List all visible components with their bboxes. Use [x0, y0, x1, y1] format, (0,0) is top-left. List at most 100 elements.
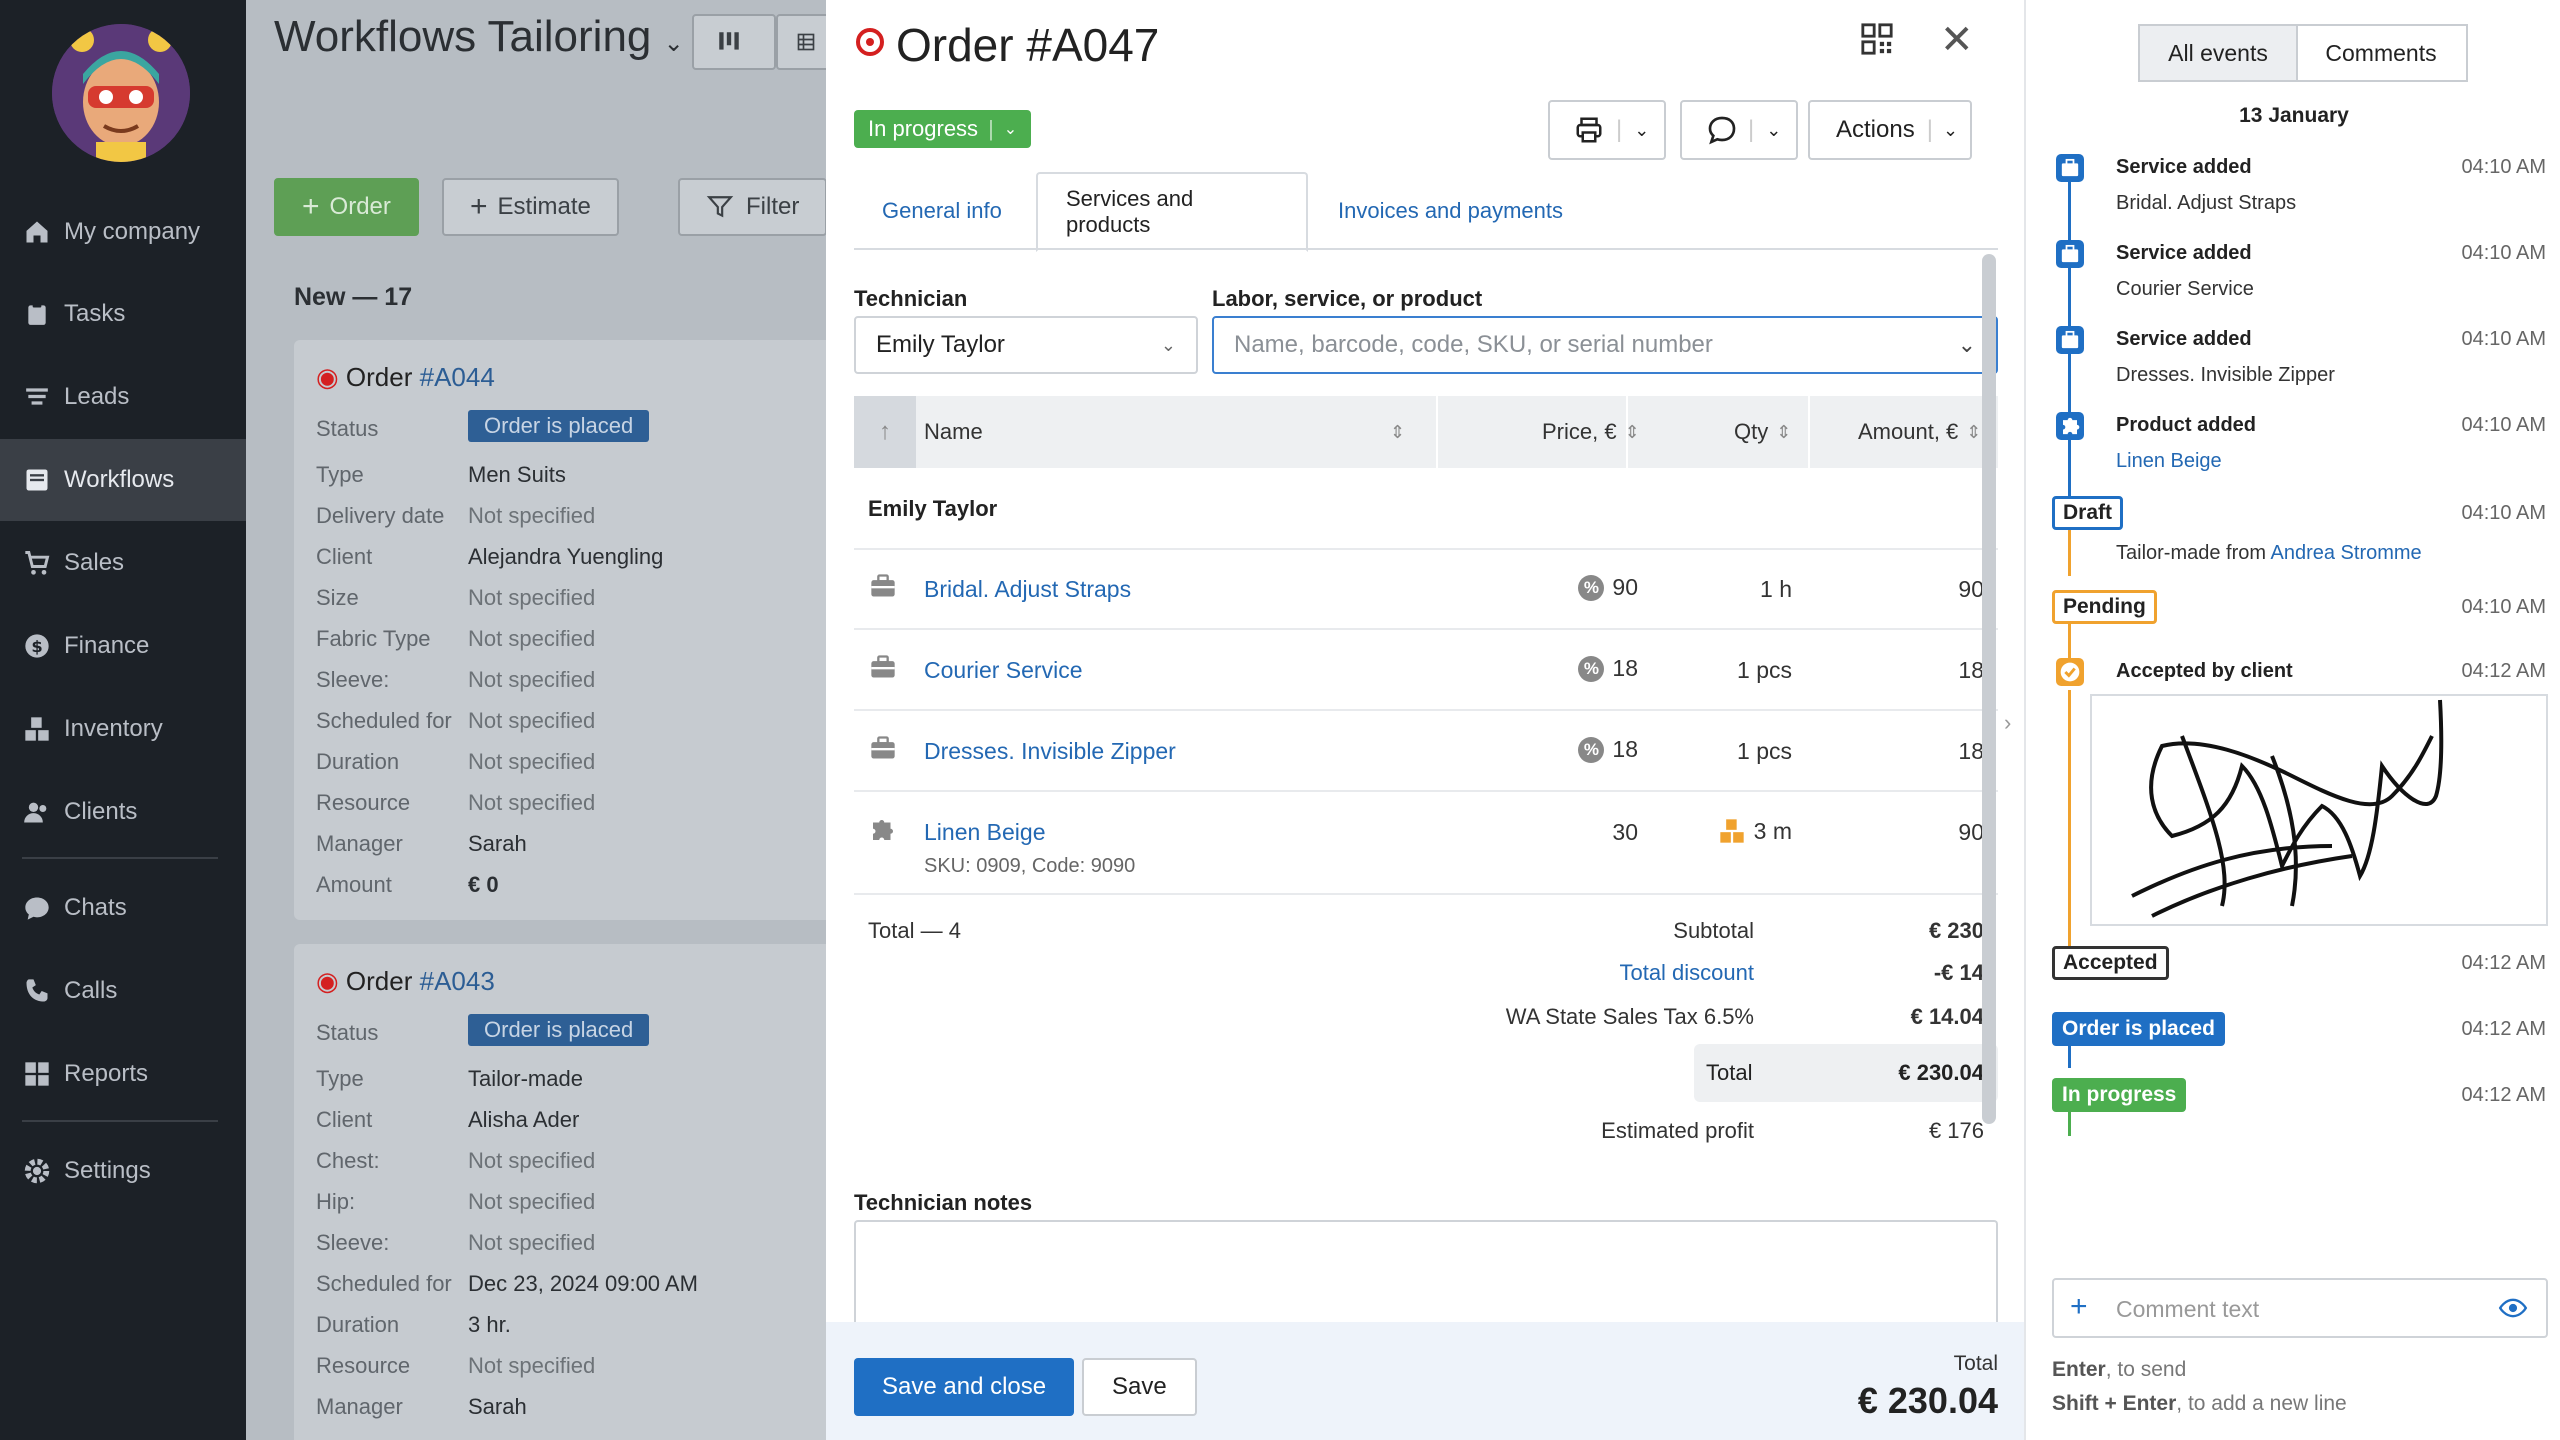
qty-value[interactable]: 1 h [1760, 576, 1792, 603]
column-header-qty[interactable]: Qty ⇕ [1734, 396, 1791, 468]
qty-value[interactable]: 3 m [1754, 818, 1792, 845]
service-icon [2056, 240, 2084, 268]
card-row: Hip: Not specified [316, 1189, 596, 1214]
kanban-view-button[interactable] [692, 14, 776, 70]
sort-icon[interactable]: ⇕ [1390, 396, 1405, 468]
save-button[interactable]: Save [1082, 1358, 1197, 1416]
sidebar-item-leads[interactable]: Leads [0, 356, 246, 438]
table-row[interactable]: Courier Service % 18 1 pcs 18 [854, 631, 1998, 711]
sidebar-item-inventory[interactable]: Inventory [0, 688, 246, 770]
message-button[interactable]: | ⌄ [1680, 100, 1798, 160]
event-time: 04:12 AM [2461, 1018, 2546, 1040]
comment-input[interactable]: + Comment text [2052, 1278, 2548, 1338]
close-icon[interactable]: ✕ [1940, 20, 1974, 60]
cart-icon [22, 548, 52, 578]
sidebar-item-reports[interactable]: Reports [0, 1033, 246, 1115]
chat-bubble-icon [1708, 116, 1736, 145]
card-row: Scheduled for Dec 23, 2024 09:00 AM [316, 1271, 698, 1296]
product-search-input[interactable]: Name, barcode, code, SKU, or serial numb… [1212, 316, 1998, 374]
add-order-button[interactable]: + Order [274, 178, 419, 236]
timeline-event: In progress 04:12 AM [2052, 1078, 2546, 1124]
discount-value: -€ 14 [1933, 960, 1984, 985]
table-view-button[interactable] [776, 14, 826, 70]
order-card[interactable]: ◉ Order #A043 Status Order is placed Type… [294, 944, 826, 1440]
discount-icon: % [1578, 736, 1605, 763]
collapse-chevron-icon[interactable]: › [2004, 710, 2011, 736]
card-row: Delivery date Not specified [316, 503, 596, 528]
event-time: 04:10 AM [2461, 156, 2546, 178]
avatar[interactable] [52, 24, 190, 162]
order-card[interactable]: ◉ Order #A044 Status Order is placed Type… [294, 340, 826, 920]
order-status-dot [856, 28, 884, 56]
sidebar-item-clients[interactable]: Clients [0, 771, 246, 853]
product-link[interactable]: Linen Beige [924, 819, 1046, 846]
client-link[interactable]: Andrea Stromme [2271, 542, 2422, 564]
plus-icon[interactable]: + [2070, 1290, 2088, 1324]
tab-services-and-products[interactable]: Services and products [1036, 172, 1308, 252]
workflow-board: Workflows Tailoring ⌄ + Order + Estimate F… [246, 0, 826, 1440]
event-subtitle: Tailor-made from Andrea Stromme [2116, 542, 2422, 564]
tab-invoices-and-payments[interactable]: Invoices and payments [1310, 172, 1591, 250]
sidebar-item-finance[interactable]: $ Finance [0, 605, 246, 687]
timeline-event: Service added 04:10 AM Bridal. Adjust St… [2056, 154, 2546, 216]
workflow-icon [22, 465, 52, 495]
filter-icon [706, 196, 734, 218]
modal-tabs: General info Services and products Invoi… [854, 172, 1998, 252]
order-modal: Order #A047 ✕ In progress | ⌄ | ⌄ | ⌄ Action… [826, 0, 2024, 1440]
table-row[interactable]: Bridal. Adjust Straps % 90 1 h 90 [854, 550, 1998, 630]
tab-general-info[interactable]: General info [854, 172, 1030, 250]
sidebar-item-tasks[interactable]: Tasks [0, 273, 246, 355]
svg-text:$: $ [31, 637, 42, 656]
column-header-name[interactable]: Name [924, 396, 983, 468]
technician-select[interactable]: Emily Taylor ⌄ [854, 316, 1198, 374]
card-row: Manager Sarah [316, 831, 527, 856]
sort-arrow-icon[interactable]: ↑ [854, 396, 916, 468]
sidebar-divider [22, 1120, 218, 1122]
timeline-date: 13 January [2239, 104, 2349, 127]
actions-dropdown[interactable]: Actions | ⌄ [1808, 100, 1972, 160]
tax-value: € 14.04 [1910, 1004, 1984, 1029]
event-subtitle: Bridal. Adjust Straps [2116, 192, 2297, 214]
total-discount-link[interactable]: Total discount [1619, 960, 1754, 986]
tab-comments[interactable]: Comments [2296, 24, 2468, 82]
status-dropdown[interactable]: In progress | ⌄ [854, 110, 1032, 148]
check-badge-icon [2056, 658, 2084, 686]
filter-button[interactable]: Filter [678, 178, 826, 236]
product-link[interactable]: Linen Beige [2116, 450, 2222, 473]
table-row[interactable]: Linen Beige SKU: 0909, Code: 9090 30 3 m… [854, 793, 1998, 895]
card-row: Type Men Suits [316, 462, 566, 487]
modal-scrollbar[interactable] [1982, 254, 1996, 1124]
timeline-event: Pending 04:10 AM [2052, 590, 2546, 636]
qr-code-button[interactable] [1860, 22, 1894, 61]
discount-icon: % [1578, 655, 1605, 682]
timeline-event: Service added 04:10 AM Courier Service [2056, 240, 2546, 302]
table-row[interactable]: Dresses. Invisible Zipper % 18 1 pcs 18 [854, 712, 1998, 792]
add-estimate-button[interactable]: + Estimate [442, 178, 619, 236]
sidebar-item-workflows[interactable]: Workflows [0, 439, 246, 521]
timeline-event: Service added 04:10 AM Dresses. Invisibl… [2056, 326, 2546, 388]
tab-all-events[interactable]: All events [2138, 24, 2298, 82]
sidebar-item-my-company[interactable]: My company [0, 191, 246, 273]
print-button[interactable]: | ⌄ [1548, 100, 1666, 160]
card-row: Client Alisha Ader [316, 1107, 580, 1132]
card-title: ◉ Order #A043 [316, 966, 495, 996]
timeline-event: Accepted 04:12 AM [2052, 946, 2546, 992]
eye-icon[interactable] [2498, 1294, 2528, 1327]
product-link[interactable]: Bridal. Adjust Straps [924, 576, 1131, 603]
board-title[interactable]: Workflows Tailoring ⌄ [274, 12, 684, 62]
product-link[interactable]: Courier Service [924, 657, 1083, 684]
column-header-amount[interactable]: Amount, € ⇕ [1858, 396, 1981, 468]
sidebar-item-settings[interactable]: Settings [0, 1130, 246, 1212]
sidebar-item-sales[interactable]: Sales [0, 522, 246, 604]
event-time: 04:10 AM [2461, 328, 2546, 350]
sidebar-item-chats[interactable]: Chats [0, 867, 246, 949]
save-and-close-button[interactable]: Save and close [854, 1358, 1075, 1416]
product-link[interactable]: Dresses. Invisible Zipper [924, 738, 1176, 765]
sidebar-item-calls[interactable]: Calls [0, 950, 246, 1032]
puzzle-icon [868, 815, 898, 851]
event-title: Service added [2116, 242, 2252, 264]
card-row: Sleeve: Not specified [316, 1230, 596, 1255]
qty-value[interactable]: 1 pcs [1737, 738, 1792, 765]
table-header: ↑ Name ⇕ Price, € ⇕ Qty ⇕ Amount, € ⇕ [854, 396, 1998, 468]
qty-value[interactable]: 1 pcs [1737, 657, 1792, 684]
